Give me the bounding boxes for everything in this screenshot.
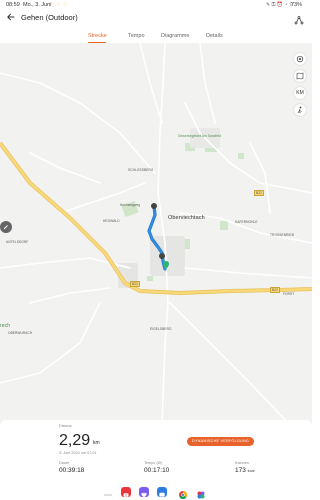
km-icon[interactable]: KM <box>294 87 306 99</box>
system-icons: ✎ ⚿ ⏰ ◔ ⌔ <box>266 1 294 8</box>
duration-label: Dauer <box>59 461 70 465</box>
workout-date: 3. Juni 2024 um 07:01 <box>59 451 97 455</box>
tab-details[interactable]: Details <box>206 33 223 39</box>
health-icon[interactable] <box>139 487 149 498</box>
target-icon[interactable] <box>294 53 306 65</box>
tab-diagramme[interactable]: Diagramme <box>161 33 189 39</box>
map-label-eigelsberg: EIGELSBERG <box>150 327 172 331</box>
tab-tempo[interactable]: Tempo <box>128 33 145 39</box>
map-label-hegwald: HEGWALD <box>103 219 120 223</box>
multi-app-icon[interactable] <box>196 487 206 499</box>
app-dock <box>0 484 312 500</box>
map-label-poi: Gewerbegebiet Am Sandfeld <box>178 134 222 138</box>
map-canvas <box>0 43 312 425</box>
status-date: Mo., 3. Juni <box>23 2 52 8</box>
tab-strecke[interactable]: Strecke <box>88 33 107 39</box>
calories-unit: kcal <box>247 469 255 473</box>
route-map[interactable]: Gewerbegebiet Am Sandfeld SCHLOSSBERG KA… <box>0 43 312 425</box>
pace-label: Tempo (Ø) <box>144 461 162 465</box>
pace-value: 00:17:10 <box>144 467 170 474</box>
duration-value: 00:39:18 <box>59 467 85 474</box>
divider-icon <box>103 487 113 497</box>
notification-icons: ⬚ ♡ ♡ <box>49 1 68 8</box>
map-road-label-left: B22 <box>130 281 140 287</box>
map-label-ober: OBERWURACH <box>8 331 33 335</box>
map-label-schlossberg: SCHLOSSBERG <box>128 168 154 172</box>
calories-value: 173 kcal <box>235 467 254 474</box>
battery-level: 73% <box>291 2 303 8</box>
map-layers-icon[interactable] <box>294 70 306 82</box>
map-label-rech: rech <box>0 323 11 329</box>
calories-number: 173 <box>235 467 246 474</box>
calories-label: Kalorien <box>235 461 249 465</box>
arrow-left-icon[interactable] <box>6 12 18 24</box>
messages-icon[interactable] <box>157 487 167 497</box>
map-label-kaffernohle: KAFERNOHLE <box>235 220 258 224</box>
share-icon[interactable] <box>294 12 306 25</box>
map-label-antelsdorf: ANTELSDORF <box>6 240 29 244</box>
status-time: 08:59 <box>6 2 20 8</box>
activity-icon[interactable] <box>294 104 306 116</box>
distance-value: 2,29 <box>59 432 91 449</box>
route-start-marker <box>151 203 157 209</box>
chrome-icon[interactable] <box>178 487 188 500</box>
map-label-trossenried: TROSSENRIED <box>270 233 295 237</box>
map-label-town: Oberviechtach <box>168 215 205 221</box>
page-title: Gehen (Outdoor) <box>21 13 78 22</box>
dynamic-tracking-button[interactable]: DYNAMISCHE VERFOLGUNG <box>187 437 254 446</box>
map-label-hoch: Hochwegweg <box>120 203 141 207</box>
distance-unit: km <box>93 440 100 446</box>
map-road-label-top: B22 <box>254 190 264 196</box>
map-label-forst: FORST <box>283 292 295 296</box>
youtube-icon[interactable] <box>121 487 131 497</box>
map-road-label-right: B22 <box>270 287 280 293</box>
app-header: Gehen (Outdoor) <box>0 9 312 29</box>
distance-label: Distanz <box>59 424 72 428</box>
status-bar: 08:59 Mo., 3. Juni ⬚ ♡ ♡ ✎ ⚿ ⏰ ◔ ⌔ 73% <box>0 0 312 9</box>
edit-route-icon[interactable] <box>0 221 12 233</box>
route-end-marker <box>159 253 165 259</box>
tab-bar: Strecke Tempo Diagramme Details <box>0 29 312 44</box>
